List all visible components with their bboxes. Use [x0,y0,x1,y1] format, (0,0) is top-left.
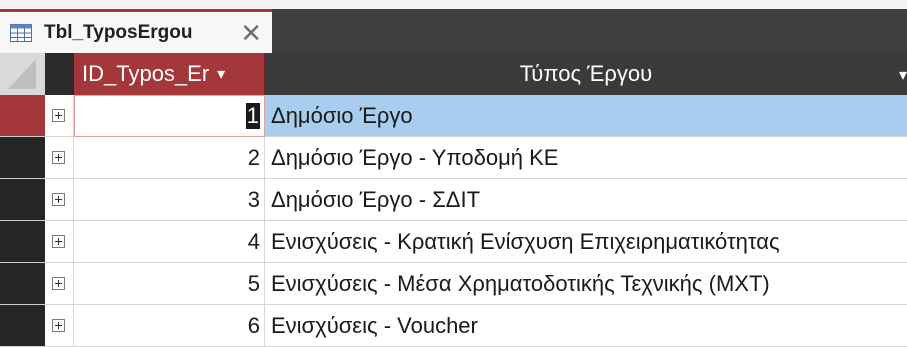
table-icon [10,23,32,42]
record-selector[interactable] [0,305,45,347]
dropdown-arrow-icon[interactable]: ▾ [899,65,907,85]
expand-plus-icon[interactable] [52,151,65,164]
cell-id[interactable]: 4 [74,221,265,263]
record-selector[interactable] [0,263,45,305]
cell-typos[interactable]: Ενισχύσεις - Μέσα Χρηματοδοτικής Τεχνική… [265,263,907,305]
table-row[interactable]: 5 Ενισχύσεις - Μέσα Χρηματοδοτικής Τεχνι… [0,263,907,305]
expand-plus-icon[interactable] [52,277,65,290]
cell-typos[interactable]: Ενισχύσεις - Voucher [265,305,907,347]
column-header-label: ID_Typos_Er [82,61,210,86]
table-row[interactable]: 3 Δημόσιο Έργο - ΣΔΙΤ [0,179,907,221]
expand-plus-icon[interactable] [52,193,65,206]
subdatasheet-header [45,53,74,95]
record-selector[interactable] [0,221,45,263]
column-header-id-typos-ergou[interactable]: ID_Typos_Er ▾ [74,53,265,95]
tab-strip-top [0,0,907,9]
expand-cell [45,305,74,347]
expand-cell [45,137,74,179]
select-all-corner[interactable] [0,53,45,95]
cell-typos[interactable]: Δημόσιο Έργο - Υποδομή ΚΕ [265,137,907,179]
table-row[interactable]: 6 Ενισχύσεις - Voucher [0,305,907,347]
record-selector[interactable] [0,95,45,137]
tab-strip: Tbl_TyposErgou ✕ [0,0,907,53]
expand-cell [45,263,74,305]
table-row[interactable]: 1 Δημόσιο Έργο [0,95,907,137]
cell-typos[interactable]: Δημόσιο Έργο [265,95,907,137]
expand-plus-icon[interactable] [52,319,65,332]
cell-id[interactable]: 2 [74,137,265,179]
column-header-row: ID_Typos_Er ▾ Τύπος Έργου ▾ [0,53,907,95]
cell-typos[interactable]: Ενισχύσεις - Κρατική Ενίσχυση Επιχειρημα… [265,221,907,263]
record-selector[interactable] [0,179,45,221]
expand-plus-icon[interactable] [52,235,65,248]
expand-cell [45,179,74,221]
cell-id[interactable]: 6 [74,305,265,347]
cell-id-value: 1 [245,103,260,129]
expand-plus-icon[interactable] [52,109,65,122]
tab-title: Tbl_TyposErgou [44,21,193,43]
table-row[interactable]: 4 Ενισχύσεις - Κρατική Ενίσχυση Επιχειρη… [0,221,907,263]
cell-id[interactable]: 1 [74,95,265,137]
cell-id[interactable]: 3 [74,179,265,221]
dropdown-arrow-icon[interactable]: ▾ [217,64,225,84]
select-all-triangle-icon [8,59,36,89]
datasheet-grid: ID_Typos_Er ▾ Τύπος Έργου ▾ 1 Δημόσιο Έρ… [0,53,907,347]
column-header-label: Τύπος Έργου [519,61,653,86]
cell-id[interactable]: 5 [74,263,265,305]
column-header-typos-ergou[interactable]: Τύπος Έργου ▾ [265,53,907,95]
record-selector[interactable] [0,137,45,179]
close-icon[interactable]: ✕ [240,20,262,46]
expand-cell [45,95,74,137]
table-row[interactable]: 2 Δημόσιο Έργο - Υποδομή ΚΕ [0,137,907,179]
cell-typos[interactable]: Δημόσιο Έργο - ΣΔΙΤ [265,179,907,221]
tab-strip-background [272,9,907,53]
tab-tbl-typosergou[interactable]: Tbl_TyposErgou ✕ [0,9,272,53]
expand-cell [45,221,74,263]
